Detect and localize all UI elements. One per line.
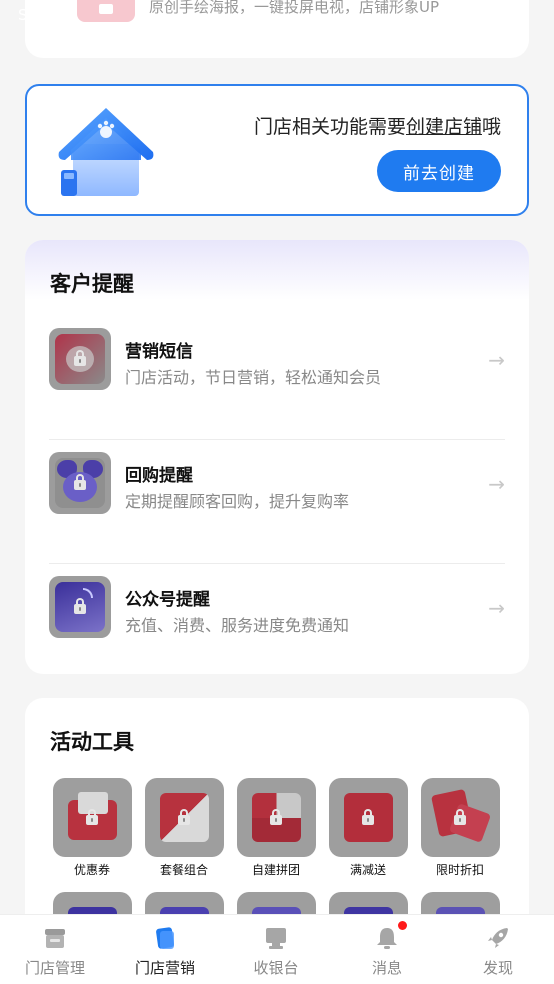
nav-label: 门店营销 [134,959,195,977]
time-discount-icon [420,778,500,857]
reminder-desc: 门店活动，节日营销，轻松通知会员 [125,368,382,387]
sms-icon [49,328,111,390]
arrow-right-icon: → [488,596,505,620]
reminder-label: 营销短信 [125,342,193,362]
arrow-right-icon: → [488,348,505,372]
reminder-desc: 定期提醒顾客回购，提升复购率 [125,492,350,511]
nav-label: 发现 [482,959,513,977]
tool-label: 优惠券 [73,863,110,877]
group-buy-icon [236,778,316,857]
notification-badge [398,921,407,930]
poster-feature-desc: 原创手绘海报，一键投屏电视，店铺形象UP [149,0,440,16]
discount-icon [328,778,408,857]
reminder-item-repurchase[interactable]: 回购提醒 定期提醒顾客回购，提升复购率 → [49,452,505,564]
customer-reminder-card: 客户提醒 营销短信 门店活动，节日营销，轻松通知会员 → 回购提醒 定期提醒顾客… [25,240,529,674]
nav-cashier[interactable]: 收银台 [221,915,331,984]
tool-label: 限时折扣 [435,863,484,877]
tool-discount[interactable]: 满减送 [328,778,408,878]
section-title: 活动工具 [50,730,134,754]
reminder-item-sms[interactable]: 营销短信 门店活动，节日营销，轻松通知会员 → [49,328,505,440]
bell-icon [377,928,397,949]
divider [49,563,505,564]
rocket-icon [488,928,508,948]
create-store-banner: 门店相关功能需要创建店铺哦 前去创建 [25,84,529,216]
tool-group-buy[interactable]: 自建拼团 [236,778,316,878]
nav-discover[interactable]: 发现 [443,915,553,984]
reminder-desc: 充值、消费、服务进度免费通知 [125,616,350,635]
nav-label: 消息 [371,959,402,977]
marketing-icon [156,927,174,949]
nav-label: 门店管理 [24,959,85,977]
tool-label: 套餐组合 [159,863,208,877]
arrow-right-icon: → [488,472,505,496]
wechat-notify-icon [49,576,111,638]
nav-store-management[interactable]: 门店管理 [0,915,110,984]
go-create-button[interactable]: 前去创建 [377,150,501,192]
message-suffix: 哦 [481,116,501,138]
tool-label: 满减送 [349,863,386,877]
tool-package[interactable]: 套餐组合 [144,778,224,878]
create-store-message: 门店相关功能需要创建店铺哦 [254,112,501,139]
reminder-item-wechat[interactable]: 公众号提醒 充值、消费、服务进度免费通知 → [49,576,505,674]
coupon-icon [52,778,132,857]
cashier-icon [266,928,286,949]
nav-label: 收银台 [253,959,299,977]
reminder-label: 回购提醒 [125,466,193,486]
reminder-label: 公众号提醒 [125,590,210,610]
house-icon [58,108,154,196]
package-combo-icon [144,778,224,857]
tool-label: 自建拼团 [251,863,300,877]
divider [49,439,505,440]
nav-messages[interactable]: 消息 [332,915,442,984]
message-prefix: 门店相关功能需要 [253,116,406,138]
nav-store-marketing[interactable]: 门店营销 [110,915,220,984]
tool-coupon[interactable]: 优惠券 [52,778,132,878]
gift-bow-icon [49,452,111,514]
store-icon [45,929,65,948]
section-title: 客户提醒 [50,272,134,296]
create-store-link[interactable]: 创建店铺 [406,116,482,138]
status-indicator: S [18,6,28,24]
bottom-nav: 门店管理 门店营销 收银台 消息 发现 [0,914,554,984]
tool-time-discount[interactable]: 限时折扣 [420,778,500,878]
poster-thumbnail [77,0,135,22]
poster-feature-card[interactable]: 原创手绘海报，一键投屏电视，店铺形象UP [25,0,529,58]
